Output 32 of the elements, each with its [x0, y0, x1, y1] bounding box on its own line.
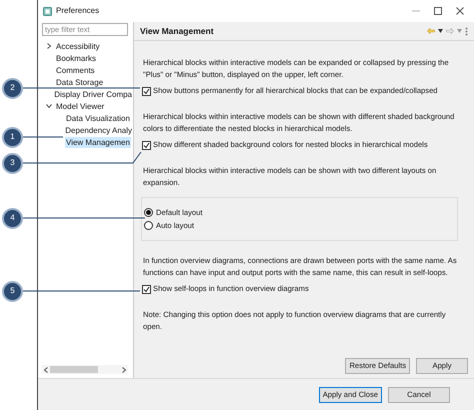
callout-badge: 5 [2, 280, 23, 302]
maximize-icon[interactable] [434, 7, 442, 15]
tree-item[interactable]: Data Visualization [65, 112, 131, 124]
tree-item[interactable]: Display Driver Compa [53, 88, 133, 100]
chevron-right-icon[interactable] [46, 43, 52, 49]
chevron-down-icon[interactable] [46, 103, 52, 109]
window-title: Preferences [56, 5, 100, 17]
tree-item[interactable]: Model Viewer [55, 100, 106, 112]
checkbox[interactable] [142, 284, 151, 294]
leader-line [22, 136, 64, 138]
tree-item[interactable]: Data Storage [55, 76, 104, 88]
dropdown-icon[interactable] [438, 29, 443, 33]
callout-badge: 4 [2, 208, 23, 228]
radio-button[interactable] [144, 208, 153, 217]
close-icon[interactable] [456, 7, 464, 15]
tree-item[interactable]: Comments [55, 64, 96, 76]
callout-badge: 1 [2, 126, 23, 148]
horizontal-scrollbar[interactable] [42, 365, 128, 374]
page-title: View Management [140, 24, 214, 38]
callout-badge: 2 [2, 78, 23, 98]
tree-item[interactable]: Dependency Analy [64, 124, 133, 136]
tree-item[interactable]: Accessibility [55, 40, 101, 52]
tree-item[interactable]: Bookmarks [55, 52, 98, 64]
scroll-right-icon[interactable] [122, 366, 126, 372]
menu-icon[interactable] [465, 26, 468, 36]
checkbox[interactable] [142, 86, 151, 96]
scroll-left-icon[interactable] [44, 366, 48, 372]
app-icon [43, 6, 52, 16]
tree-item[interactable]: View Managemen [65, 136, 131, 148]
checkbox[interactable] [142, 140, 151, 150]
radio-button[interactable] [144, 221, 153, 230]
callout-badge: 3 [2, 152, 23, 174]
